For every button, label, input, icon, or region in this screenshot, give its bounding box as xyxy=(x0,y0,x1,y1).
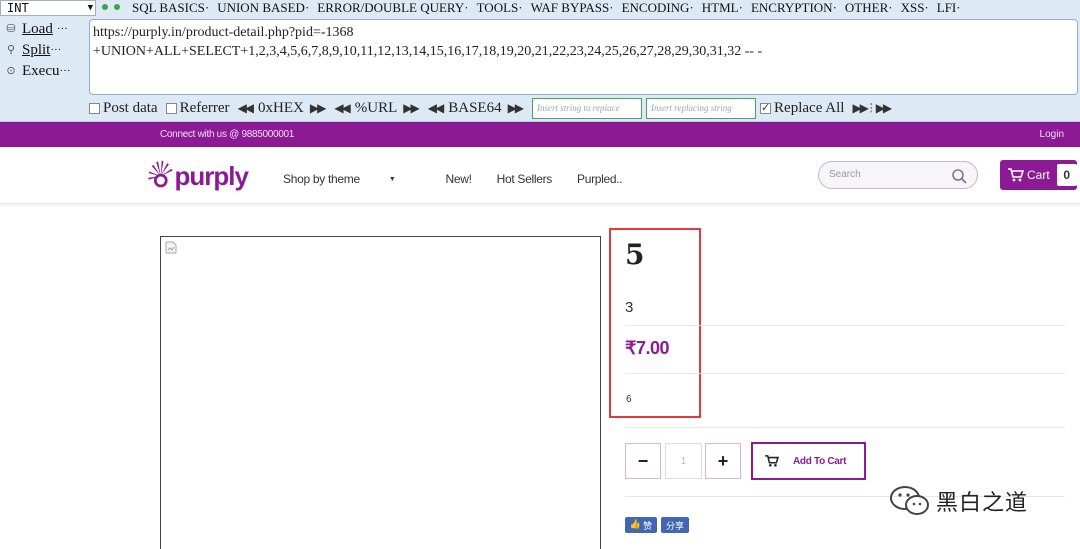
menu-sql-basics[interactable]: SQL BASICS· xyxy=(132,0,209,17)
arrow-right-icon: ▶▶ xyxy=(309,101,327,115)
cart-icon xyxy=(765,455,779,467)
menu-other[interactable]: OTHER· xyxy=(845,0,893,17)
replace-string-input[interactable]: Insert replacing string xyxy=(646,98,757,119)
referrer-checkbox[interactable]: Referrer xyxy=(165,100,230,117)
hackbar-options-row: Post data Referrer ◀◀ 0xHEX ▶▶ ◀◀ %URL ▶▶ ◀◀… xyxy=(89,97,1079,120)
arrow-left-icon: ◀◀ xyxy=(427,101,445,115)
hex-encode-control[interactable]: ◀◀ 0xHEX ▶▶ xyxy=(237,100,327,117)
cart-button[interactable]: Cart 0 xyxy=(1000,160,1077,190)
execute-label: Execu xyxy=(22,63,60,79)
quantity-increase-button[interactable]: + xyxy=(705,443,741,479)
product-subtitle: 3 xyxy=(625,299,634,316)
minus-icon: − xyxy=(637,450,649,471)
cart-icon xyxy=(1008,168,1024,182)
arrow-right-icon: ▶▶ xyxy=(852,101,869,115)
site-top-bar: Connect with us @ 9885000001 Login xyxy=(0,122,1080,147)
product-description: 6 xyxy=(626,394,632,405)
divider xyxy=(625,427,1065,428)
menu-waf-bypass[interactable]: WAF BYPASS· xyxy=(531,0,614,17)
menu-encryption[interactable]: ENCRYPTION· xyxy=(751,0,837,17)
site-logo[interactable]: purply xyxy=(148,156,249,196)
add-to-cart-label: Add To Cart xyxy=(793,455,847,467)
product-price: ₹7.00 xyxy=(625,338,670,358)
product-image xyxy=(160,236,601,549)
quantity-input[interactable]: 1 xyxy=(665,443,702,479)
post-data-checkbox[interactable]: Post data xyxy=(89,100,158,117)
arrow-right-icon: ▶▶ xyxy=(403,101,420,115)
search-icon[interactable] xyxy=(951,168,967,184)
menu-xss[interactable]: XSS· xyxy=(901,0,929,17)
url-textarea[interactable]: https://purply.in/product-detail.php?pid… xyxy=(89,19,1078,95)
execute-icon: ⊙ xyxy=(6,65,16,77)
split-url-button[interactable]: ⚲ Split ··· xyxy=(4,40,86,60)
arrow-right-icon: ▶▶ xyxy=(875,101,893,115)
divider xyxy=(625,373,1065,374)
arrow-right-icon: ▶▶ xyxy=(507,101,525,115)
wechat-icon xyxy=(890,486,929,515)
arrow-left-icon: ◀◀ xyxy=(237,101,255,115)
broken-image-icon xyxy=(165,241,177,254)
nav-links: Shop by theme ▼ New! Hot Sellers Purpled.… xyxy=(283,172,647,186)
url-line-1: https://purply.in/product-detail.php?pid… xyxy=(93,25,354,40)
find-string-input[interactable]: Insert string to replace xyxy=(532,98,643,119)
cart-count-badge: 0 xyxy=(1056,164,1077,186)
nav-new[interactable]: New! xyxy=(445,172,471,186)
execute-button[interactable]: ⊙ Execu ··· xyxy=(4,61,86,81)
menu-html[interactable]: HTML· xyxy=(702,0,743,17)
menu-error-double-query[interactable]: ERROR/DOUBLE QUERY· xyxy=(317,0,468,17)
quantity-decrease-button[interactable]: − xyxy=(625,443,661,479)
url-line-2: +UNION+ALL+SELECT+1,2,3,4,5,6,7,8,9,10,1… xyxy=(93,44,763,59)
add-to-cart-button[interactable]: Add To Cart xyxy=(751,442,866,480)
divider xyxy=(625,325,1065,326)
hackbar-menu-items: SQL BASICS· UNION BASED· ERROR/DOUBLE QU… xyxy=(132,0,969,17)
split-icon: ⚲ xyxy=(6,44,16,56)
load-url-button[interactable]: ⛁ Load ··· xyxy=(4,19,86,39)
contact-info: Connect with us @ 9885000001 xyxy=(160,129,295,140)
chevron-down-icon: ▼ xyxy=(87,3,93,13)
hackbar-toggle-icon[interactable] xyxy=(102,3,126,13)
nav-hot-sellers[interactable]: Hot Sellers xyxy=(497,172,553,186)
injection-type-value: INT xyxy=(7,1,29,15)
hackbar-toolbar: INT ▼ SQL BASICS· UNION BASED· ERROR/DOU… xyxy=(0,0,1080,122)
like-button[interactable]: 👍 赞 xyxy=(625,517,657,533)
menu-tools[interactable]: TOOLS· xyxy=(477,0,523,17)
menu-union-based[interactable]: UNION BASED· xyxy=(217,0,309,17)
url-encode-control[interactable]: ◀◀ %URL ▶▶ xyxy=(334,100,420,117)
arrow-left-icon: ◀◀ xyxy=(334,101,351,115)
cart-label: Cart xyxy=(1027,168,1050,182)
caret-down-icon: ▼ xyxy=(388,176,396,184)
replace-all-checkbox[interactable]: Replace All xyxy=(760,100,844,117)
logo-burst-icon xyxy=(148,160,173,188)
load-url-label: Load xyxy=(22,21,53,37)
thumbs-up-icon: 👍 xyxy=(629,520,642,530)
logo-text: purply xyxy=(174,160,249,191)
highlight-box xyxy=(609,228,701,418)
menu-encoding[interactable]: ENCODING· xyxy=(622,0,694,17)
menu-lfi[interactable]: LFI· xyxy=(937,0,961,17)
injection-type-select[interactable]: INT ▼ xyxy=(0,0,96,16)
split-url-label: Split xyxy=(22,42,51,58)
replace-all-run[interactable]: ▶▶ ⁝ ▶▶ xyxy=(852,99,893,118)
nav-purpled[interactable]: Purpled.. xyxy=(577,172,623,186)
base64-encode-control[interactable]: ◀◀ BASE64 ▶▶ xyxy=(427,100,525,117)
product-title: 5 xyxy=(625,238,645,271)
load-icon: ⛁ xyxy=(6,23,16,35)
plus-icon: + xyxy=(717,450,729,471)
share-button[interactable]: 分享 xyxy=(661,517,689,533)
watermark-text: 黑白之道 xyxy=(936,491,1029,516)
nav-shop-by-theme[interactable]: Shop by theme ▼ xyxy=(283,172,420,186)
hackbar-menu-bar: INT ▼ SQL BASICS· UNION BASED· ERROR/DOU… xyxy=(0,0,1080,17)
search-placeholder: Search xyxy=(829,169,861,180)
login-link[interactable]: Login xyxy=(1040,129,1064,140)
wechat-watermark: 黑白之道 xyxy=(888,483,1028,519)
search-input[interactable]: Search xyxy=(818,161,978,189)
